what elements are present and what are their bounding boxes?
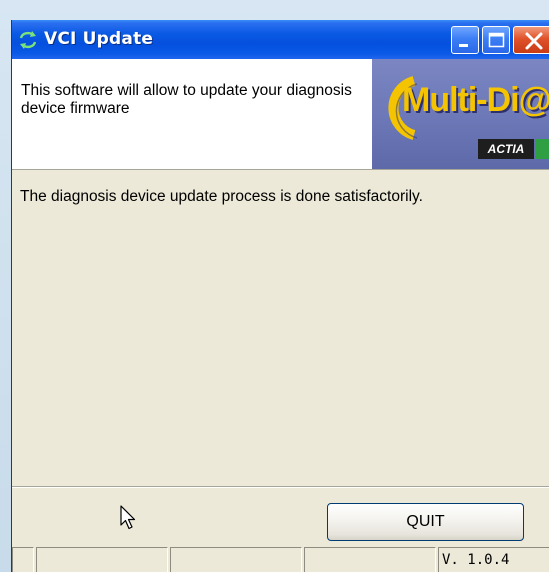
status-cell-3 — [170, 547, 302, 572]
window-title: VCI Update — [44, 29, 154, 49]
close-button[interactable] — [513, 26, 549, 54]
status-message: The diagnosis device update process is d… — [20, 188, 423, 205]
maximize-button[interactable] — [482, 26, 510, 54]
status-bar: V. 1.0.4 — [12, 547, 549, 572]
version-label: V. 1.0.4 — [438, 547, 549, 572]
multidiag-logo: Multi-Di@g ACTIA — [372, 59, 549, 169]
mouse-pointer-icon — [120, 505, 136, 530]
header-panel: This software will allow to update your … — [12, 59, 549, 170]
title-bar[interactable]: VCI Update — [12, 20, 549, 59]
logo-subtext: ACTIA — [478, 139, 534, 159]
logo-green-band — [535, 139, 549, 159]
refresh-arrows-icon — [18, 30, 38, 50]
quit-button[interactable]: QUIT — [327, 503, 524, 541]
status-cell-2 — [36, 547, 168, 572]
status-cell-4 — [304, 547, 436, 572]
minimize-button[interactable] — [451, 26, 479, 54]
maximize-icon — [488, 32, 505, 48]
status-cell-1 — [12, 547, 34, 572]
divider — [12, 486, 549, 488]
header-description: This software will allow to update your … — [21, 82, 352, 117]
minimize-icon — [459, 44, 468, 47]
vci-update-window: VCI Update This software will allow to u… — [11, 20, 549, 572]
close-icon — [525, 32, 543, 50]
logo-text: Multi-Di@g — [402, 81, 549, 119]
